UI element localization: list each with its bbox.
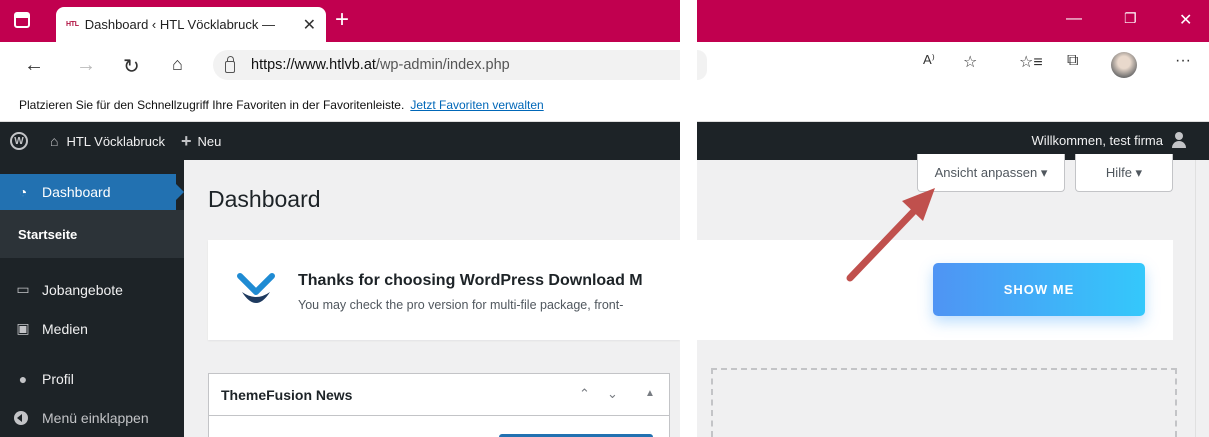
sidebar-item-medien[interactable]: ▣ Medien bbox=[14, 320, 88, 337]
move-down-icon[interactable]: ⌄ bbox=[607, 386, 618, 402]
url-path: /wp-admin/index.php bbox=[375, 57, 510, 73]
page-title: Dashboard bbox=[208, 186, 321, 212]
url-host: https://www.htlvb.at bbox=[251, 57, 376, 73]
sidebar-item-collapse[interactable]: Menü einklappen bbox=[14, 410, 149, 426]
favorites-bar: Platzieren Sie für den Schnellzugriff Ih… bbox=[0, 88, 680, 122]
sidebar-item-label: Medien bbox=[42, 320, 88, 337]
manage-favorites-link[interactable]: Jetzt Favoriten verwalten bbox=[410, 98, 543, 112]
notice-text: You may check the pro version for multi-… bbox=[298, 298, 624, 312]
favorites-prompt: Platzieren Sie für den Schnellzugriff Ih… bbox=[19, 97, 405, 112]
sidebar-item-jobangebote[interactable]: ▭ Jobangebote bbox=[14, 281, 123, 298]
notice-title: Thanks for choosing WordPress Download M bbox=[298, 272, 643, 289]
annotation-arrow bbox=[846, 188, 935, 282]
title-bar: HTL Dashboard ‹ HTL Vöcklabruck — ✕ + bbox=[0, 0, 680, 42]
collapse-icon bbox=[14, 411, 28, 425]
plus-icon[interactable]: + bbox=[181, 131, 192, 152]
sidebar-item-profil[interactable]: ● Profil bbox=[14, 371, 74, 387]
back-icon[interactable]: ← bbox=[24, 54, 44, 77]
right-browser-panel: — ❐ ✕ A⁾ ☆ ☆≡ ⧉ ··· Willkommen, test fir… bbox=[697, 0, 1209, 437]
screenshot-stage: HTL Dashboard ‹ HTL Vöcklabruck — ✕ + ← … bbox=[0, 0, 1209, 437]
dashboard-gauge-icon: ◔ bbox=[18, 184, 28, 200]
sidebar-item-label: Menü einklappen bbox=[42, 410, 149, 426]
new-tab-icon[interactable]: + bbox=[335, 6, 349, 34]
close-tab-icon[interactable]: ✕ bbox=[303, 15, 316, 35]
favicon: HTL bbox=[66, 21, 79, 28]
site-name[interactable]: HTL Vöcklabruck bbox=[66, 134, 165, 149]
sidebar-item-label: Profil bbox=[42, 371, 74, 387]
panel-separator bbox=[680, 0, 697, 437]
sidebar-subitem-startseite[interactable]: Startseite bbox=[0, 210, 184, 258]
url-field[interactable]: https://www.htlvb.at/wp-admin/index.php bbox=[213, 50, 680, 80]
widget-header: ThemeFusion News bbox=[209, 374, 669, 416]
tab-actions-icon[interactable] bbox=[14, 12, 30, 28]
toggle-panel-icon[interactable]: ▲ bbox=[645, 388, 655, 399]
home-icon[interactable]: ⌂ bbox=[172, 54, 183, 75]
plugin-notice: Thanks for choosing WordPress Download M… bbox=[208, 240, 680, 340]
lock-icon[interactable] bbox=[225, 56, 235, 73]
address-bar: ← → ↻ ⌂ https://www.htlvb.at/wp-admin/in… bbox=[0, 42, 680, 88]
jobs-icon: ▭ bbox=[16, 281, 30, 297]
new-content-button[interactable]: Neu bbox=[197, 134, 221, 149]
sidebar-item-dashboard[interactable]: ◔ Dashboard bbox=[0, 174, 184, 210]
move-up-icon[interactable]: ⌃ bbox=[579, 386, 590, 402]
widget-title: ThemeFusion News bbox=[221, 386, 353, 403]
media-icon: ▣ bbox=[16, 320, 30, 336]
left-browser-panel: HTL Dashboard ‹ HTL Vöcklabruck — ✕ + ← … bbox=[0, 0, 680, 437]
sidebar-item-label: Dashboard bbox=[42, 184, 111, 200]
tab-title: Dashboard ‹ HTL Vöcklabruck — bbox=[84, 17, 275, 32]
sidebar-item-label: Jobangebote bbox=[42, 281, 123, 298]
themefusion-news-widget: ThemeFusion News ⌃ ⌄ ▲ bbox=[208, 373, 670, 437]
download-manager-logo-icon bbox=[237, 273, 275, 303]
forward-icon[interactable]: → bbox=[76, 54, 96, 77]
active-tab[interactable]: HTL Dashboard ‹ HTL Vöcklabruck — ✕ bbox=[56, 7, 326, 42]
site-home-icon[interactable]: ⌂ bbox=[50, 133, 58, 149]
wordpress-logo-icon[interactable]: W bbox=[10, 132, 28, 150]
admin-sidebar: ◔ Dashboard Startseite ▭ Jobangebote ▣ M… bbox=[0, 160, 184, 437]
reload-icon[interactable]: ↻ bbox=[123, 54, 140, 79]
wp-admin-bar: W ⌂ HTL Vöcklabruck + Neu bbox=[0, 122, 680, 160]
profile-icon: ● bbox=[18, 371, 28, 387]
